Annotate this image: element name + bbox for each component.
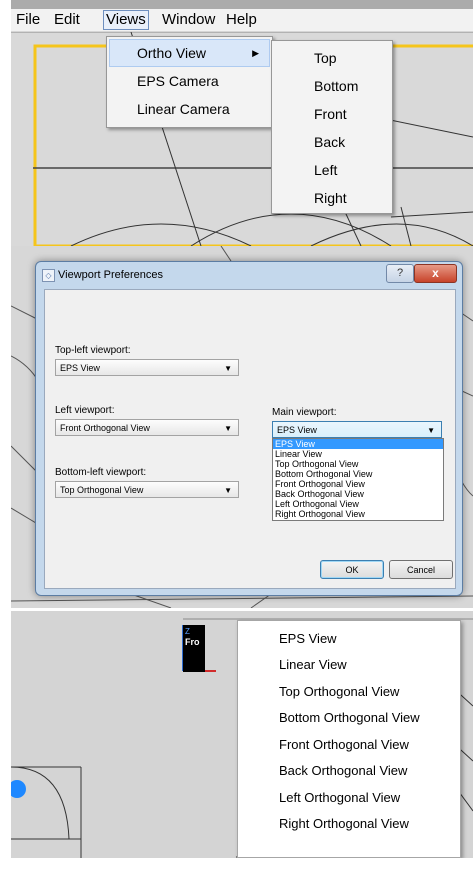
bottom-left-viewport-label: Bottom-left viewport: [55,467,147,478]
combo-value: Front Orthogonal View [60,423,150,433]
dialog-title: Viewport Preferences [58,269,163,281]
menu-item-top[interactable]: Top [272,44,392,72]
option-top-orthogonal-view[interactable]: Top Orthogonal View [279,679,399,705]
dropdown-arrow-icon: ▼ [224,364,232,373]
menu-bar: File Edit Views Window Help [11,9,473,32]
option-right-orthogonal-view[interactable]: Right Orthogonal View [273,509,443,519]
viewport-point[interactable] [11,780,26,798]
menu-item-linear-camera[interactable]: Linear Camera [107,95,272,123]
menu-file[interactable]: File [14,11,42,29]
menu-window[interactable]: Window [160,11,217,29]
close-button[interactable]: x [414,264,457,283]
option-front-orthogonal-view[interactable]: Front Orthogonal View [273,479,443,489]
option-left-orthogonal-view[interactable]: Left Orthogonal View [279,785,400,811]
menu-edit[interactable]: Edit [52,11,82,29]
combo-value: EPS View [60,363,100,373]
top-left-viewport-label: Top-left viewport: [55,345,131,356]
dialog-screenshot-panel: ◇ Viewport Preferences ? x Top-left view… [11,246,473,608]
combo-value: EPS View [277,425,317,435]
menu-item-back[interactable]: Back [272,128,392,156]
option-linear-view[interactable]: Linear View [279,652,347,678]
dropdown-screenshot-panel: Z Fro EPS View Linear View Top Orthogona… [11,611,473,858]
left-viewport-select[interactable]: Front Orthogonal View ▼ [55,419,239,436]
app-icon: ◇ [42,269,55,282]
menu-item-label: Ortho View [137,45,206,61]
help-button[interactable]: ? [386,264,414,283]
option-back-orthogonal-view[interactable]: Back Orthogonal View [273,489,443,499]
submenu-arrow-icon: ▶ [252,48,259,58]
dialog-body: Top-left viewport: EPS View ▼ Left viewp… [44,289,456,589]
combo-value: Top Orthogonal View [60,485,144,495]
menu-help[interactable]: Help [224,11,259,29]
viewport-preferences-dialog: ◇ Viewport Preferences ? x Top-left view… [35,261,463,596]
menu-screenshot-panel: File Edit Views Window Help Ortho View ▶… [11,0,473,246]
option-back-orthogonal-view[interactable]: Back Orthogonal View [279,758,407,784]
menu-views[interactable]: Views [103,10,149,30]
dropdown-arrow-icon: ▼ [224,486,232,495]
ok-button[interactable]: OK [320,560,384,579]
menu-item-left[interactable]: Left [272,156,392,184]
dropdown-arrow-icon: ▼ [224,424,232,433]
left-viewport-label: Left viewport: [55,405,115,416]
z-axis-label: Z [185,627,190,636]
option-linear-view[interactable]: Linear View [273,449,443,459]
cancel-button[interactable]: Cancel [389,560,453,579]
viewport-label-box: Z Fro [183,625,205,672]
menu-item-eps-camera[interactable]: EPS Camera [107,67,272,95]
option-bottom-orthogonal-view[interactable]: Bottom Orthogonal View [273,469,443,479]
menu-item-right[interactable]: Right [272,184,392,212]
option-left-orthogonal-view[interactable]: Left Orthogonal View [273,499,443,509]
top-left-viewport-select[interactable]: EPS View ▼ [55,359,239,376]
menu-item-bottom[interactable]: Bottom [272,72,392,100]
ortho-submenu: Top Bottom Front Back Left Right [271,40,393,214]
bottom-left-viewport-select[interactable]: Top Orthogonal View ▼ [55,481,239,498]
option-eps-view[interactable]: EPS View [279,626,337,652]
viewport-view-dropdown: EPS View Linear View Top Orthogonal View… [237,620,461,858]
viewport-view-label: Fro [185,637,200,647]
option-bottom-orthogonal-view[interactable]: Bottom Orthogonal View [279,705,420,731]
menu-item-ortho-view[interactable]: Ortho View ▶ [109,39,270,67]
dropdown-arrow-icon: ▼ [427,426,435,435]
views-menu: Ortho View ▶ EPS Camera Linear Camera [106,36,273,128]
menu-item-front[interactable]: Front [272,100,392,128]
main-viewport-options-list: EPS View Linear View Top Orthogonal View… [272,438,444,521]
main-viewport-label: Main viewport: [272,407,337,418]
option-eps-view[interactable]: EPS View [273,439,443,449]
option-top-orthogonal-view[interactable]: Top Orthogonal View [273,459,443,469]
main-viewport-select[interactable]: EPS View ▼ [272,421,442,438]
option-right-orthogonal-view[interactable]: Right Orthogonal View [279,811,409,837]
option-front-orthogonal-view[interactable]: Front Orthogonal View [279,732,409,758]
